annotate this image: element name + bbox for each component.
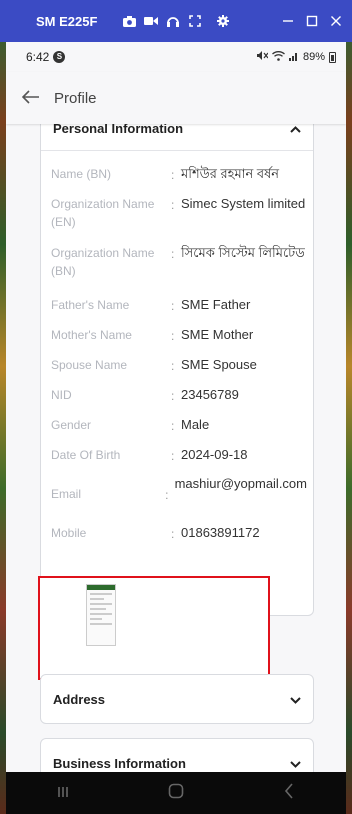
info-value: Simec System limited xyxy=(181,196,306,211)
info-label: Father's Name xyxy=(51,298,130,312)
status-notification-icon: S xyxy=(53,51,66,63)
video-icon[interactable] xyxy=(140,12,162,30)
camera-icon[interactable] xyxy=(118,12,140,30)
info-colon: : xyxy=(171,527,175,541)
info-row: Spouse Name : SME Spouse xyxy=(51,356,307,376)
android-nav-bar xyxy=(6,772,346,814)
info-value: 23456789 xyxy=(181,387,239,402)
minimize-icon[interactable] xyxy=(280,13,296,29)
info-label: Email xyxy=(51,487,82,501)
maximize-icon[interactable] xyxy=(304,13,320,29)
personal-info-rows: Name (BN) : মশিউর রহমান বর্ষন Organizati… xyxy=(41,151,313,541)
info-value: 01863891172 xyxy=(181,525,260,540)
info-label: Mobile xyxy=(51,526,87,540)
battery-icon xyxy=(329,51,336,63)
section-title: Business Information xyxy=(53,755,186,771)
home-icon[interactable] xyxy=(156,783,196,804)
info-label: Gender xyxy=(51,418,92,432)
info-value: মশিউর রহমান বর্ষন xyxy=(181,166,280,181)
info-colon: : xyxy=(171,359,175,373)
info-label: Spouse Name xyxy=(51,358,128,372)
info-row: Gender : Male xyxy=(51,416,307,436)
info-colon: : xyxy=(171,389,175,403)
section-title: Personal Information xyxy=(53,124,184,136)
info-colon: : xyxy=(171,449,175,463)
back-nav-icon[interactable] xyxy=(269,782,309,804)
fullscreen-icon[interactable] xyxy=(184,12,206,30)
business-information-header[interactable]: Business Information xyxy=(41,739,313,772)
info-value: SME Father xyxy=(181,297,251,312)
business-information-card[interactable]: Business Information xyxy=(40,738,314,772)
page-title: Profile xyxy=(54,89,97,107)
device-name: SM E225F xyxy=(36,13,98,29)
screenshot-thumbnail[interactable] xyxy=(86,584,116,646)
address-card[interactable]: Address xyxy=(40,674,314,724)
info-label: Organization Name (EN) xyxy=(51,197,155,229)
info-value: SME Mother xyxy=(181,327,254,342)
info-value: সিমেক সিস্টেম লিমিটেড xyxy=(181,245,305,260)
info-row: NID : 23456789 xyxy=(51,386,307,406)
info-label: Name (BN) xyxy=(51,167,112,181)
close-icon[interactable] xyxy=(328,13,344,29)
info-row: Email : mashiur@yopmail.com xyxy=(51,475,307,505)
mute-icon xyxy=(256,50,269,64)
info-colon: : xyxy=(171,247,175,261)
info-row: Name (BN) : মশিউর রহমান বর্ষন xyxy=(51,165,307,185)
app-bar: Profile xyxy=(6,72,346,124)
wifi-icon xyxy=(272,50,285,64)
info-label: Date Of Birth xyxy=(51,448,121,462)
personal-information-card: Personal Information Name (BN) : মশিউর র… xyxy=(40,124,314,616)
info-colon: : xyxy=(171,329,175,343)
image-preview-highlight[interactable] xyxy=(38,576,270,680)
personal-information-header[interactable]: Personal Information xyxy=(41,124,313,151)
phone-screen: 6:42 S 89% Profile Personal Information xyxy=(6,42,346,772)
info-row: Organization Name (EN) : Simec System li… xyxy=(51,195,307,231)
info-value: mashiur@yopmail.com xyxy=(174,476,307,491)
back-arrow-icon[interactable] xyxy=(21,87,42,110)
settings-icon[interactable] xyxy=(212,12,234,30)
info-row: Date Of Birth : 2024-09-18 xyxy=(51,446,307,466)
chevron-down-icon[interactable] xyxy=(290,692,301,707)
info-colon: : xyxy=(171,299,175,313)
wallpaper-right xyxy=(346,0,352,814)
info-row: Father's Name : SME Father xyxy=(51,296,307,316)
status-bar: 6:42 S 89% xyxy=(6,42,346,72)
info-value: 2024-09-18 xyxy=(181,447,248,462)
signal-icon xyxy=(288,51,299,64)
info-value: SME Spouse xyxy=(181,357,257,372)
info-value: Male xyxy=(181,417,210,432)
info-colon: : xyxy=(165,488,169,502)
info-colon: : xyxy=(171,168,175,182)
address-header[interactable]: Address xyxy=(41,675,313,723)
info-row: Mother's Name : SME Mother xyxy=(51,326,307,346)
info-label: Mother's Name xyxy=(51,328,132,342)
window-titlebar: SM E225F xyxy=(0,0,352,42)
info-label: NID xyxy=(51,388,72,402)
chevron-up-icon[interactable] xyxy=(290,124,301,136)
battery-percent: 89% xyxy=(302,51,325,63)
profile-content[interactable]: Personal Information Name (BN) : মশিউর র… xyxy=(6,124,346,772)
headphones-icon[interactable] xyxy=(162,12,184,30)
chevron-down-icon[interactable] xyxy=(290,756,301,771)
section-title: Address xyxy=(53,691,106,707)
recent-apps-icon[interactable] xyxy=(43,783,83,804)
info-row: Mobile : 01863891172 xyxy=(51,524,307,544)
info-colon: : xyxy=(171,419,175,433)
info-label: Organization Name (BN) xyxy=(51,246,155,278)
status-time: 6:42 xyxy=(26,50,50,64)
info-row: Organization Name (BN) : সিমেক সিস্টেম ল… xyxy=(51,244,307,280)
info-colon: : xyxy=(171,198,175,212)
